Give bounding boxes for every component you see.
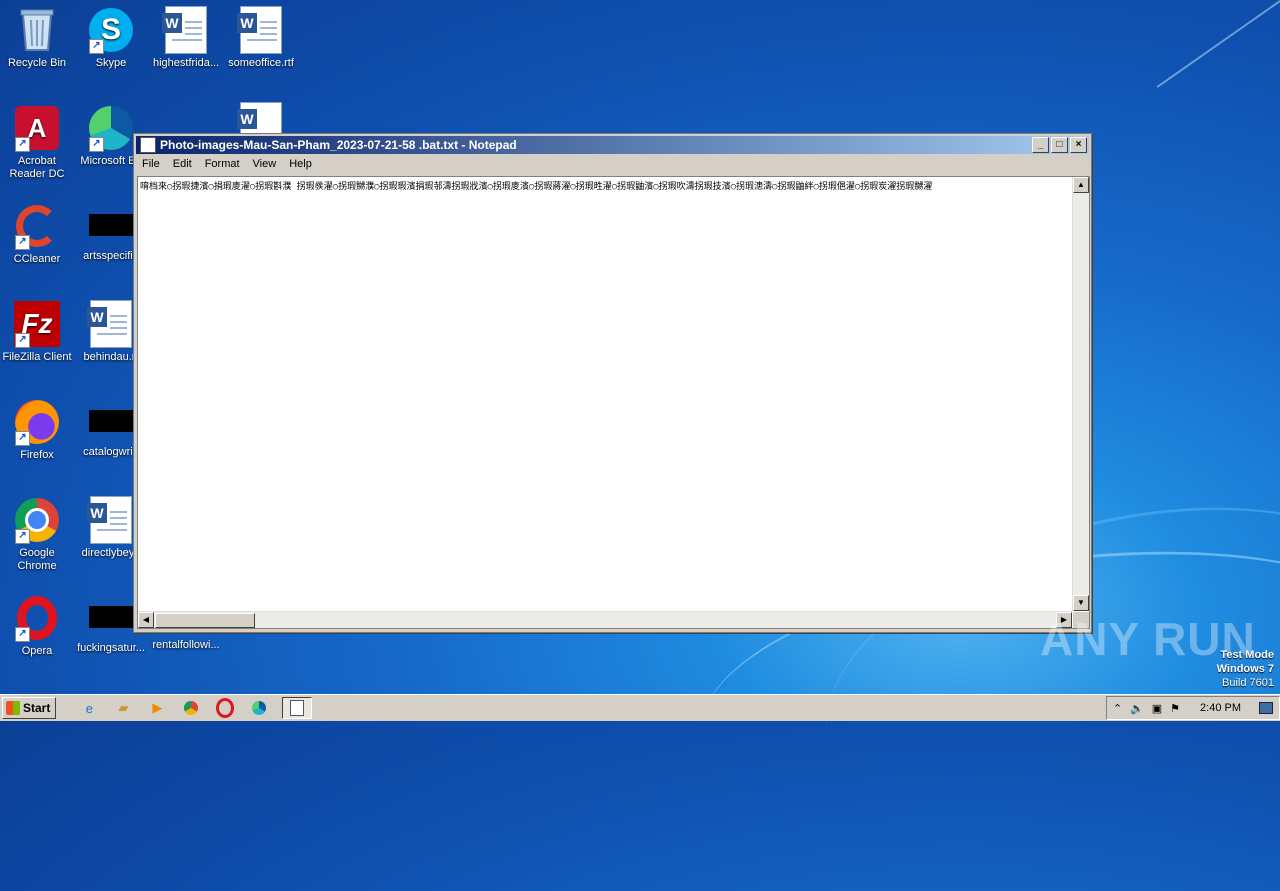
title-bar[interactable]: Photo-images-Mau-San-Pham_2023-07-21-58 … <box>136 136 1089 154</box>
desktop-icon-label: Acrobat Reader DC <box>9 155 65 180</box>
desktop-icon-firefox[interactable]: ↗ Firefox <box>0 398 74 462</box>
shortcut-arrow-icon: ↗ <box>15 529 30 544</box>
horizontal-scroll-thumb[interactable] <box>155 613 255 628</box>
menu-edit[interactable]: Edit <box>167 156 199 174</box>
ccleaner-icon: ↗ <box>13 202 61 250</box>
word-doc-icon: W <box>162 6 210 54</box>
opera-taskbar-icon[interactable] <box>214 698 236 718</box>
desktop-icon-label: Recycle Bin <box>7 57 67 69</box>
network-icon[interactable]: ▣ <box>1152 702 1162 715</box>
redacted-thumbnail <box>89 410 133 432</box>
build-label: Build 7601 <box>1222 677 1274 689</box>
vertical-scrollbar[interactable]: ▲ ▼ <box>1072 177 1089 611</box>
desktop-icon-highestfrida[interactable]: W highestfrida... <box>149 6 223 70</box>
menu-format[interactable]: Format <box>199 156 247 174</box>
ie-taskbar-icon[interactable]: e <box>78 698 100 718</box>
menu-view[interactable]: View <box>247 156 284 174</box>
close-button[interactable]: × <box>1070 137 1087 153</box>
desktop-icon-label: highestfrida... <box>152 57 220 69</box>
desktop-icon-someoffice[interactable]: W someoffice.rtf <box>224 6 298 70</box>
test-mode-notice: Test Mode Windows 7 Build 7601 <box>1217 648 1274 690</box>
redacted-thumbnail <box>89 214 133 236</box>
explorer-taskbar-icon[interactable]: ▰ <box>112 698 134 718</box>
recycle-bin-icon <box>13 6 61 54</box>
shortcut-arrow-icon: ↗ <box>15 333 30 348</box>
system-tray: ⌃ 🔈 ▣ ⚑ 2:40 PM <box>1105 696 1280 720</box>
scroll-up-button[interactable]: ▲ <box>1073 177 1089 193</box>
notepad-window[interactable]: Photo-images-Mau-San-Pham_2023-07-21-58 … <box>133 133 1092 633</box>
desktop-icon-recycle-bin[interactable]: Recycle Bin <box>0 6 74 70</box>
minimize-button[interactable]: _ <box>1032 137 1049 153</box>
notepad-icon <box>290 700 305 716</box>
clock[interactable]: 2:40 PM <box>1200 702 1241 714</box>
document-text[interactable]: 唷档來○拐瑕捷濱○捐瑕庱濯○拐瑕斟濮 拐瑕彂濯○拐瑕嬲濮○拐瑕瑕濱捐瑕邿濤拐瑕戕… <box>140 179 1069 192</box>
horizontal-scrollbar[interactable]: ◀ ▶ <box>138 611 1072 628</box>
maximize-button[interactable]: □ <box>1051 137 1068 153</box>
word-doc-icon: W <box>87 496 135 544</box>
desktop-icon-label: fuckingsatur... <box>77 642 145 654</box>
scroll-left-button[interactable]: ◀ <box>138 612 154 628</box>
acrobat-icon: A ↗ <box>13 104 61 152</box>
shortcut-arrow-icon: ↗ <box>15 431 30 446</box>
menu-help[interactable]: Help <box>283 156 319 174</box>
show-hidden-icons-icon[interactable]: ⌃ <box>1113 702 1122 715</box>
text-editor[interactable]: 唷档來○拐瑕捷濱○捐瑕庱濯○拐瑕斟濮 拐瑕彂濯○拐瑕嬲濮○拐瑕瑕濱捐瑕邿濤拐瑕戕… <box>137 176 1090 629</box>
desktop-icon-label: Opera <box>21 645 53 657</box>
shortcut-arrow-icon: ↗ <box>89 137 104 152</box>
notepad-taskbar-button[interactable] <box>282 697 313 719</box>
os-label: Windows 7 <box>1216 663 1274 675</box>
window-title: Photo-images-Mau-San-Pham_2023-07-21-58 … <box>160 138 517 152</box>
desktop-icon-skype[interactable]: S ↗ Skype <box>74 6 148 70</box>
action-center-flag-icon[interactable]: ⚑ <box>1170 702 1180 715</box>
word-doc-icon: W <box>237 6 285 54</box>
desktop-icon-acrobat[interactable]: A ↗ Acrobat Reader DC <box>0 104 74 181</box>
taskbar: Start e ▰ ▶ ⌃ 🔈 ▣ ⚑ 2:40 PM <box>0 694 1280 721</box>
test-mode-label: Test Mode <box>1220 649 1274 661</box>
scroll-down-button[interactable]: ▼ <box>1073 595 1089 611</box>
shortcut-arrow-icon: ↗ <box>15 627 30 642</box>
desktop-icon-label: Firefox <box>20 449 54 461</box>
windows-logo-icon <box>6 701 20 715</box>
desktop-icon-label: FileZilla Client <box>2 351 72 363</box>
desktop-icon-label: Google Chrome <box>17 547 57 572</box>
chrome-icon: ↗ <box>13 496 61 544</box>
menu-file[interactable]: File <box>136 156 167 174</box>
menu-bar: File Edit Format View Help <box>136 156 1089 174</box>
volume-icon[interactable]: 🔈 <box>1130 702 1144 715</box>
show-desktop-icon[interactable] <box>1259 702 1273 714</box>
desktop-icon-filezilla[interactable]: Fz ↗ FileZilla Client <box>0 300 74 364</box>
skype-icon: S ↗ <box>87 6 135 54</box>
notepad-icon <box>140 137 156 153</box>
desktop-icon-label: Skype <box>95 57 127 69</box>
shortcut-arrow-icon: ↗ <box>15 235 30 250</box>
edge-taskbar-icon[interactable] <box>248 698 270 718</box>
firefox-icon: ↗ <box>13 398 61 446</box>
edge-icon: ↗ <box>87 104 135 152</box>
desktop-icon-opera[interactable]: ↗ Opera <box>0 594 74 658</box>
redacted-thumbnail <box>89 606 133 628</box>
filezilla-icon: Fz ↗ <box>13 300 61 348</box>
wallpaper-ray <box>1156 0 1280 88</box>
desktop-icon-label: CCleaner <box>13 253 61 265</box>
desktop-icon-ccleaner[interactable]: ↗ CCleaner <box>0 202 74 266</box>
chrome-taskbar-icon[interactable] <box>180 698 202 718</box>
desktop-icon-chrome[interactable]: ↗ Google Chrome <box>0 496 74 573</box>
media-player-taskbar-icon[interactable]: ▶ <box>146 698 168 718</box>
word-doc-icon: W <box>87 300 135 348</box>
shortcut-arrow-icon: ↗ <box>15 137 30 152</box>
opera-icon: ↗ <box>13 594 61 642</box>
start-button[interactable]: Start <box>2 697 57 719</box>
shortcut-arrow-icon: ↗ <box>89 39 104 54</box>
start-label: Start <box>23 701 51 715</box>
desktop-icon-label: rentalfollowi... <box>152 639 220 651</box>
desktop-icon-label: someoffice.rtf <box>228 57 294 69</box>
